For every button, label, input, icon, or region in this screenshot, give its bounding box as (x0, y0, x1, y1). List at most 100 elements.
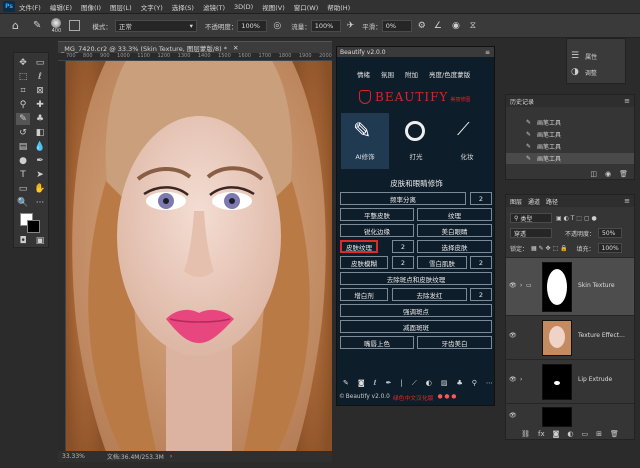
teeth-whiten-button[interactable]: 牙齿美白 (417, 336, 492, 349)
document-info[interactable]: 文档:36.4M/253.3M (107, 452, 164, 461)
brush-preset-picker[interactable]: 400 (51, 17, 62, 34)
brush-tool-icon[interactable]: ✎ (16, 113, 30, 125)
folder-chevron-icon[interactable]: › (520, 376, 522, 383)
lip-color-button[interactable]: 嘴唇上色 (340, 336, 414, 349)
document-canvas[interactable] (66, 61, 332, 451)
menu-type[interactable]: 文字(Y) (141, 2, 163, 12)
folder-chevron-icon[interactable]: › (520, 282, 522, 289)
brush2-icon[interactable]: ⟋ (412, 379, 417, 389)
mode-select[interactable]: 正常 ▾ (114, 19, 197, 32)
eraser-tool-icon[interactable]: ◧ (33, 127, 47, 139)
history-item[interactable]: ✎ 画笔工具 (506, 129, 634, 140)
snow-skin-count[interactable]: 2 (470, 256, 492, 269)
quick-mask-icon[interactable]: ◘ (16, 235, 30, 247)
trash-icon[interactable]: 🗑 (610, 430, 619, 438)
layer-opacity-field[interactable]: 50% (598, 228, 623, 238)
lock-icons[interactable]: ▦ ✎ ✥ ⬚ 🔒 (531, 245, 568, 252)
whiten-eyes-button[interactable]: 美白眼睛 (417, 224, 492, 237)
trash-icon[interactable]: 🗑 (619, 170, 628, 178)
menu-file[interactable]: 文件(F) (19, 2, 41, 12)
chevron-right-icon[interactable]: › (170, 453, 172, 460)
layer-row-selected[interactable]: 👁 › ▭ Skin Texture (506, 257, 634, 315)
brush-small-icon[interactable]: ✎ (343, 379, 349, 389)
kind-filter-select[interactable]: ⚲ 类型 (510, 213, 552, 223)
panel-menu-icon[interactable]: ≡ (624, 197, 630, 205)
adjustments-button[interactable]: ◑ 调整 (571, 67, 597, 77)
pen-small-icon[interactable]: ✒ (386, 379, 392, 389)
category-ai-retouch[interactable]: ✎ AI修饰 (341, 113, 389, 169)
panel-menu-icon[interactable]: ≡ (485, 49, 490, 56)
fx-icon[interactable]: fx (538, 430, 545, 438)
blur-skin-button[interactable]: 皮肤模糊 (340, 256, 388, 269)
pen-tool-icon[interactable]: ✒ (33, 155, 47, 167)
eye-icon[interactable]: 👁 (509, 332, 517, 339)
hand-tool-icon[interactable]: ✋ (33, 183, 47, 195)
crop-tool-icon[interactable]: ⌗ (16, 85, 30, 97)
nav-emotion[interactable]: 情绪 (357, 69, 370, 79)
dodge-tool-icon[interactable]: ● (16, 155, 30, 167)
smooth-field[interactable]: 0% (381, 19, 412, 32)
mask-add-icon[interactable]: ◙ (553, 430, 560, 438)
new-layer-icon[interactable]: ⊞ (596, 430, 602, 438)
artboard-tool-icon[interactable]: ▭ (33, 57, 47, 69)
shape-tool-icon[interactable]: ▭ (16, 183, 30, 195)
nav-luminosity[interactable]: 亮度/色度蒙版 (429, 69, 470, 79)
fill-field[interactable]: 100% (597, 243, 622, 253)
close-icon[interactable]: ✕ (233, 44, 238, 52)
marquee-tool-icon[interactable]: ⬚ (16, 71, 30, 83)
pressure-opacity-icon[interactable]: ◎ (273, 21, 281, 31)
camera-icon[interactable]: ◉ (605, 170, 611, 178)
eyedropper-tool-icon[interactable]: ⚲ (16, 99, 30, 111)
layer-mask-thumbnail[interactable] (542, 407, 572, 427)
move-tool-icon[interactable]: ✥ (16, 57, 30, 69)
stamp-tool-icon[interactable]: ♣ (33, 113, 47, 125)
history-item-current[interactable]: ✎ 画笔工具 (506, 153, 634, 164)
zoom-level[interactable]: 33.33% (62, 453, 85, 460)
menu-3d[interactable]: 3D(D) (234, 3, 253, 11)
eyedrop-small-icon[interactable]: ⚲ (472, 379, 477, 389)
symmetry-icon[interactable]: ⧖ (470, 21, 476, 31)
history-brush-icon[interactable]: ↺ (16, 127, 30, 139)
snow-skin-button[interactable]: 雪白肌肤 (417, 256, 467, 269)
history-item[interactable]: ✎ 画笔工具 (506, 141, 634, 152)
nav-atmosphere[interactable]: 氛围 (381, 69, 394, 79)
emphasize-spots-button[interactable]: 强调斑点 (340, 304, 492, 317)
history-item[interactable]: ✎ 画笔工具 (506, 117, 634, 128)
sharpen-edges-button[interactable]: 锐化边缘 (340, 224, 414, 237)
path-select-icon[interactable]: ➤ (33, 169, 47, 181)
remove-red-count[interactable]: 2 (470, 288, 492, 301)
freq-separation-button[interactable]: 频率分离 (340, 192, 466, 205)
social-icons[interactable]: ● ● ● (437, 394, 456, 400)
brush-tool-icon[interactable]: ✎ (33, 20, 41, 31)
category-makeup[interactable]: ⟋ 化妆 (443, 113, 491, 169)
gradient-tool-icon[interactable]: ▤ (16, 141, 30, 153)
freq-count-button[interactable]: 2 (470, 192, 492, 205)
history-tab[interactable]: 历史记录 (510, 97, 534, 106)
mask-icon[interactable]: ◙ (358, 379, 365, 389)
more-tools-icon[interactable]: ··· (33, 197, 47, 209)
eye-icon[interactable]: 👁 (509, 376, 517, 383)
contrast-icon[interactable]: ◐ (426, 379, 432, 389)
tab-paths[interactable]: 路径 (546, 197, 558, 206)
stamp-small-icon[interactable]: ♣ (456, 379, 462, 389)
layer-row[interactable]: 👁 › Lip Extrude (506, 359, 634, 403)
layer-mask-thumbnail[interactable] (542, 364, 572, 400)
menu-window[interactable]: 窗口(W) (294, 2, 319, 12)
background-color-swatch[interactable] (27, 220, 40, 233)
type-tool-icon[interactable]: T (16, 169, 30, 181)
reduce-spots-button[interactable]: 减面斑斑 (340, 320, 492, 333)
snapshot-icon[interactable]: ◫ (590, 170, 597, 178)
adjustment-layer-icon[interactable]: ◐ (567, 430, 573, 438)
healing-tool-icon[interactable]: ✚ (33, 99, 47, 111)
gradient-small-icon[interactable]: ▨ (441, 379, 448, 389)
lasso-tool-icon[interactable]: ℓ (33, 71, 47, 83)
lasso-small-icon[interactable]: ℓ (374, 379, 377, 389)
blend-mode-select[interactable]: 穿透 (510, 228, 552, 238)
smooth-skin-button[interactable]: 平整皮肤 (340, 208, 414, 221)
dots-icon[interactable]: ⋯ (486, 379, 493, 389)
zoom-tool-icon[interactable]: 🔍 (16, 197, 30, 209)
layer-row[interactable]: 👁 Texture Effect... (506, 315, 634, 359)
eye-icon[interactable]: 👁 (509, 412, 517, 419)
panel-menu-icon[interactable]: ≡ (624, 97, 630, 105)
category-lighting[interactable]: 打光 (392, 113, 440, 169)
